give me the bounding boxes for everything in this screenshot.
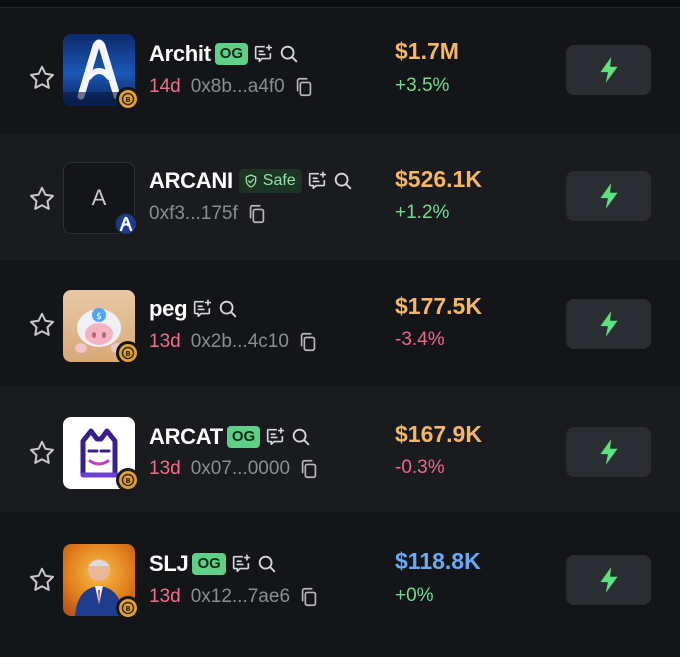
token-name[interactable]: ARCANI	[149, 168, 233, 194]
market-cap: $167.9K	[395, 421, 482, 447]
token-row-slj[interactable]: B SLJ OG 13d 0x12...7ae6 $118.8K +0%	[0, 512, 680, 657]
token-row-arcat[interactable]: B ARCAT OG 13d 0x07...0000 $167.9K -0.3%	[0, 386, 680, 512]
token-name[interactable]: ARCAT	[149, 424, 223, 450]
lightning-icon	[599, 57, 618, 83]
token-address: 0xf3...175f	[149, 203, 238, 224]
token-name[interactable]: Archit	[149, 41, 211, 67]
svg-text:B: B	[125, 350, 130, 358]
market-cap: $526.1K	[395, 166, 482, 192]
og-badge: OG	[192, 553, 226, 575]
notes-sparkle-icon[interactable]	[230, 553, 252, 575]
lightning-icon	[599, 567, 618, 593]
token-address: 0x8b...a4f0	[190, 76, 285, 97]
token-row-arcani[interactable]: A ARCANI Safe 0xf3...175f $526.1K +1.2%	[0, 134, 680, 260]
token-age: 13d	[149, 458, 181, 479]
token-title: Archit OG	[149, 39, 300, 69]
svg-text:B: B	[125, 96, 130, 104]
search-icon[interactable]	[332, 170, 354, 192]
lightning-icon	[599, 439, 618, 465]
price-change: +3.5%	[395, 75, 450, 96]
lightning-icon	[599, 183, 618, 209]
quick-buy-button[interactable]	[566, 555, 651, 605]
token-meta: 0xf3...175f	[149, 201, 268, 227]
token-name[interactable]: peg	[149, 296, 188, 322]
price-change: -3.4%	[395, 329, 445, 350]
token-row-archit[interactable]: B Archit OG 14d 0x8b...a4f0 $1.7M +3.5%	[0, 8, 680, 134]
token-age: 14d	[149, 76, 181, 97]
market-cap: $177.5K	[395, 293, 482, 319]
svg-text:$: $	[96, 312, 102, 322]
notes-sparkle-icon[interactable]	[264, 426, 286, 448]
token-address: 0x07...0000	[190, 458, 291, 479]
token-row-peg[interactable]: $ B peg 13d 0x2b...4c10 $177.5K -3.4%	[0, 260, 680, 386]
token-address: 0x2b...4c10	[190, 331, 289, 352]
token-address: 0x12...7ae6	[190, 586, 291, 607]
price-change: +1.2%	[395, 202, 450, 223]
price-change: -0.3%	[395, 457, 445, 478]
search-icon[interactable]	[278, 43, 300, 65]
quick-buy-button[interactable]	[566, 171, 651, 221]
og-badge: OG	[226, 426, 261, 448]
token-name[interactable]: SLJ	[149, 551, 189, 577]
platform-badge-icon: B	[116, 341, 140, 365]
og-badge: OG	[214, 43, 249, 65]
svg-text:B: B	[125, 477, 130, 485]
copy-icon[interactable]	[297, 331, 319, 353]
copy-icon[interactable]	[298, 586, 320, 608]
archit-badge-icon	[114, 212, 138, 236]
star-icon[interactable]	[27, 63, 57, 93]
avatar-letter: A	[91, 185, 107, 210]
top-divider	[0, 0, 680, 8]
notes-sparkle-icon[interactable]	[252, 43, 274, 65]
search-icon[interactable]	[217, 298, 239, 320]
token-title: SLJ OG	[149, 549, 278, 579]
token-title: ARCANI Safe	[149, 166, 354, 196]
copy-icon[interactable]	[293, 76, 315, 98]
market-cap: $118.8K	[395, 548, 481, 574]
lightning-icon	[599, 311, 618, 337]
star-icon[interactable]	[27, 565, 57, 595]
copy-icon[interactable]	[246, 203, 268, 225]
platform-badge-icon: B	[116, 468, 140, 492]
price-change: +0%	[395, 585, 434, 606]
market-cap: $1.7M	[395, 38, 459, 64]
safe-badge: Safe	[238, 169, 302, 193]
token-age: 13d	[149, 586, 181, 607]
shield-check-icon	[245, 174, 257, 188]
notes-sparkle-icon[interactable]	[306, 170, 328, 192]
notes-sparkle-icon[interactable]	[191, 298, 213, 320]
token-title: ARCAT OG	[149, 422, 312, 452]
token-age: 13d	[149, 331, 181, 352]
svg-text:B: B	[125, 605, 130, 613]
token-meta: 13d 0x07...0000	[149, 456, 320, 482]
search-icon[interactable]	[256, 553, 278, 575]
quick-buy-button[interactable]	[566, 299, 651, 349]
star-icon[interactable]	[27, 310, 57, 340]
search-icon[interactable]	[290, 426, 312, 448]
star-icon[interactable]	[27, 438, 57, 468]
token-meta: 13d 0x12...7ae6	[149, 584, 320, 610]
quick-buy-button[interactable]	[566, 427, 651, 477]
token-meta: 13d 0x2b...4c10	[149, 329, 319, 355]
token-meta: 14d 0x8b...a4f0	[149, 74, 315, 100]
star-icon[interactable]	[27, 184, 57, 214]
token-title: peg	[149, 294, 239, 324]
quick-buy-button[interactable]	[566, 45, 651, 95]
platform-badge-icon: B	[116, 596, 140, 620]
platform-badge-icon: B	[116, 87, 140, 111]
copy-icon[interactable]	[298, 458, 320, 480]
